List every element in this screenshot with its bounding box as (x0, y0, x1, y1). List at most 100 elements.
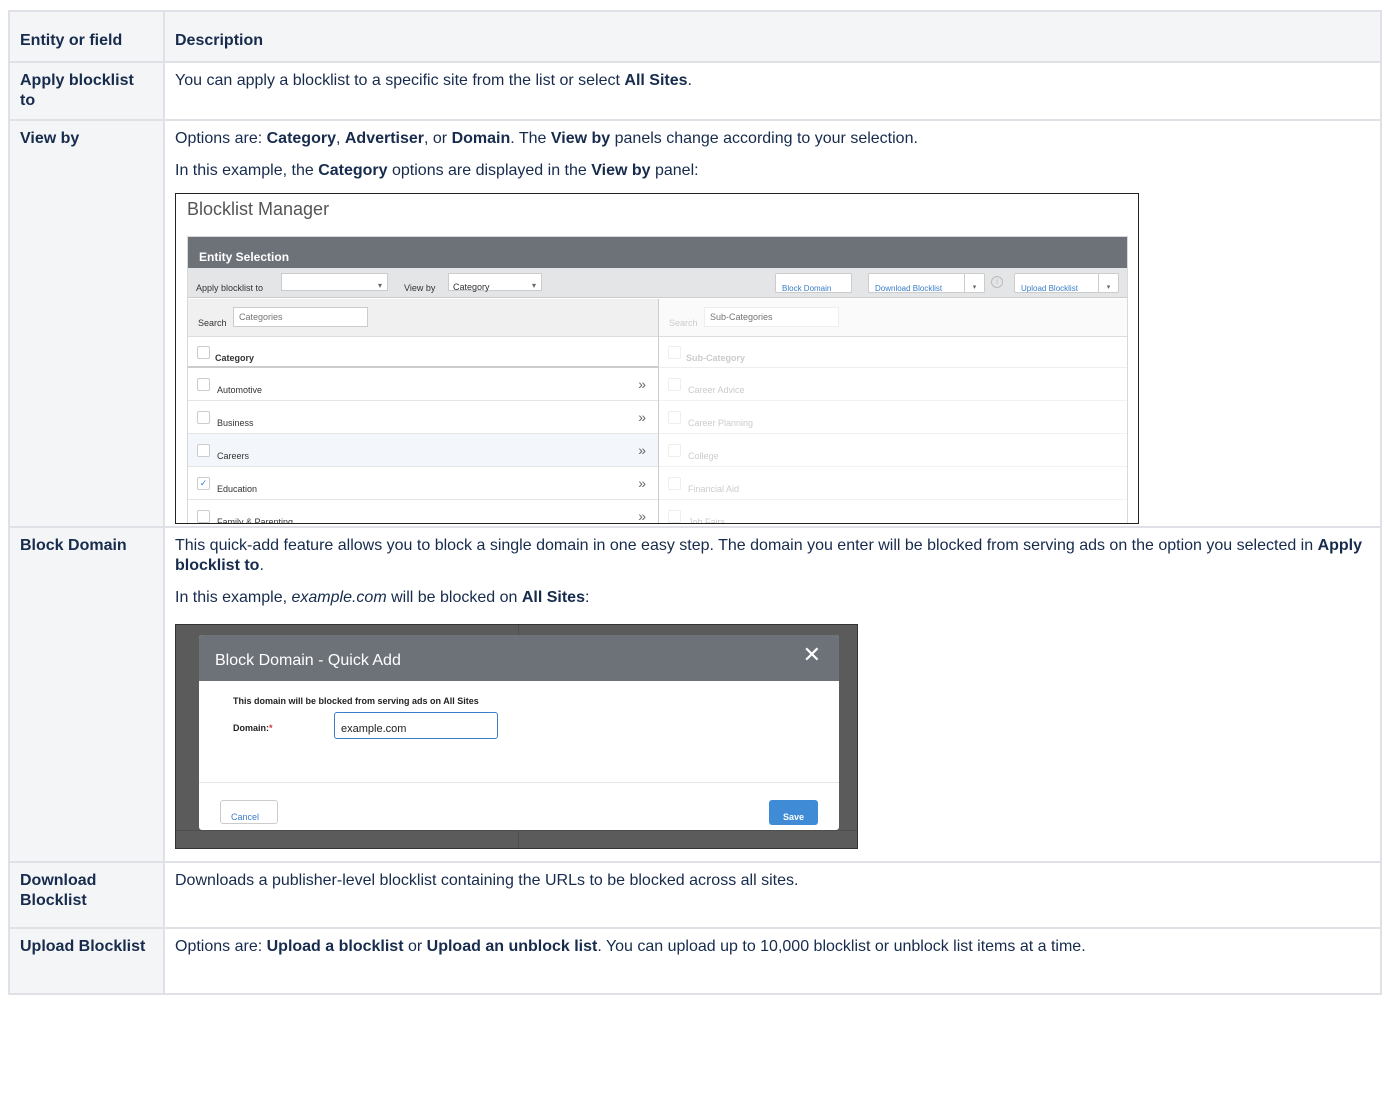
desc-italic: example.com (291, 589, 387, 606)
modal-title: Block Domain - Quick Add (215, 652, 401, 669)
cancel-button[interactable]: Cancel (220, 800, 278, 824)
fields-table: Entity or field Description Apply blockl… (8, 10, 1382, 995)
field-upload-blocklist: Upload Blocklist (8, 927, 165, 995)
field-download-blocklist: Download Blocklist (8, 861, 165, 929)
list-item-category[interactable]: Automotive » (188, 368, 658, 401)
desc-bold: All Sites (624, 72, 688, 89)
list-item-subcategory[interactable]: Career Advice (659, 368, 1127, 401)
field-block-domain: Block Domain (8, 526, 165, 863)
header-entity-or-field: Entity or field (8, 10, 165, 63)
required-marker: * (269, 723, 273, 733)
view-by-label: View by (404, 283, 436, 293)
view-by-select[interactable]: Category ▾ (448, 273, 542, 292)
save-button[interactable]: Save (769, 800, 818, 825)
backdrop-line (176, 830, 857, 831)
chevron-right-icon[interactable]: » (638, 440, 646, 460)
block-domain-modal: Block Domain - Quick Add ✕ This domain w… (199, 635, 839, 830)
subcategory-search-input[interactable] (704, 307, 839, 327)
select-all-categories-checkbox[interactable] (197, 346, 210, 359)
close-icon[interactable]: ✕ (803, 644, 821, 666)
desc-text: will be blocked on (386, 589, 522, 606)
apply-blocklist-select[interactable]: ▾ (281, 273, 388, 291)
table-row: Apply blocklist to You can apply a block… (8, 61, 1382, 121)
desc-bold: Domain (451, 130, 511, 147)
desc-text: This quick-add feature allows you to blo… (175, 537, 1318, 554)
category-search-bar: Search (188, 299, 658, 337)
desc-text: In this example, (175, 589, 292, 606)
desc-text: options are displayed in the (387, 162, 592, 179)
list-item-subcategory[interactable]: Job Fairs (659, 500, 1127, 524)
blocklist-manager-screenshot: Blocklist Manager Entity Selection Apply… (175, 193, 1139, 524)
category-grid-header: Category (188, 337, 658, 368)
category-checkbox[interactable] (197, 378, 210, 391)
domain-input[interactable]: example.com (334, 712, 498, 739)
subcategory-label: Career Planning (688, 418, 754, 428)
chevron-right-icon[interactable]: » (638, 473, 646, 493)
subcategory-search-bar: Search (659, 299, 1127, 337)
list-item-category[interactable]: Careers » (188, 434, 658, 467)
upload-blocklist-button[interactable]: Upload Blocklist ▾ (1014, 273, 1119, 293)
block-domain-button[interactable]: Block Domain (775, 273, 852, 293)
category-label: Automotive (217, 385, 263, 395)
table-row: View by Options are: Category, Advertise… (8, 119, 1382, 528)
view-by-value: Category (453, 282, 490, 292)
subcategory-checkbox[interactable] (668, 477, 681, 490)
category-label: Careers (217, 451, 250, 461)
desc-text: . (687, 72, 692, 89)
subcategory-label: Financial Aid (688, 484, 740, 494)
caret-down-icon: ▾ (531, 281, 536, 290)
category-checkbox[interactable] (197, 444, 210, 457)
select-all-subcategories-checkbox[interactable] (668, 346, 681, 359)
desc-bold: Upload an unblock list (426, 938, 598, 955)
desc-text: or (403, 938, 427, 955)
block-domain-screenshot: Block Domain - Quick Add ✕ This domain w… (175, 624, 858, 849)
desc-bold: All Sites (521, 589, 585, 606)
category-checkbox[interactable] (197, 510, 210, 523)
desc-bold: Upload a blocklist (266, 938, 404, 955)
subcategory-label: Job Fairs (688, 517, 726, 524)
table-row: Download Blocklist Downloads a publisher… (8, 861, 1382, 929)
apply-blocklist-label: Apply blocklist to (196, 283, 264, 293)
download-blocklist-button[interactable]: Download Blocklist ▾ (868, 273, 985, 293)
domain-label-text: Domain: (233, 723, 269, 733)
list-item-category[interactable]: Family & Parenting » (188, 500, 658, 523)
blocklist-manager-title: Blocklist Manager (187, 199, 330, 219)
desc-download-blocklist: Downloads a publisher-level blocklist co… (163, 861, 1382, 929)
list-item-category[interactable]: Business » (188, 401, 658, 434)
subcategory-checkbox[interactable] (668, 510, 681, 523)
subcategory-checkbox[interactable] (668, 378, 681, 391)
subcategory-column: Search Sub-Category Career Advice (659, 299, 1127, 524)
desc-bold: View by (550, 130, 611, 147)
chevron-right-icon[interactable]: » (638, 374, 646, 394)
caret-down-icon[interactable]: ▾ (1098, 274, 1118, 292)
desc-upload-blocklist: Options are: Upload a blocklist or Uploa… (163, 927, 1382, 995)
desc-text: You can apply a blocklist to a specific … (175, 72, 625, 89)
modal-header: Block Domain - Quick Add ✕ (199, 635, 839, 681)
caret-down-icon[interactable]: ▾ (964, 274, 984, 292)
entity-selection-panel: Entity Selection Apply blocklist to ▾ Vi… (187, 236, 1128, 524)
list-item-subcategory[interactable]: College (659, 434, 1127, 467)
entity-selection-header: Entity Selection (188, 237, 1127, 268)
list-item-subcategory[interactable]: Financial Aid (659, 467, 1127, 500)
info-icon[interactable]: i (991, 276, 1003, 288)
desc-text: , or (424, 130, 452, 147)
list-item-category[interactable]: ✓ Education » (188, 467, 658, 500)
desc-text: : (584, 589, 590, 606)
chevron-right-icon[interactable]: » (638, 506, 646, 523)
category-checkbox-checked[interactable]: ✓ (197, 477, 210, 490)
category-checkbox[interactable] (197, 411, 210, 424)
subcategory-checkbox[interactable] (668, 411, 681, 424)
list-item-subcategory[interactable]: Career Planning (659, 401, 1127, 434)
table-row: Block Domain This quick-add feature allo… (8, 526, 1382, 863)
category-label: Business (217, 418, 254, 428)
desc-text: Options are: (175, 130, 267, 147)
chevron-right-icon[interactable]: » (638, 407, 646, 427)
caret-down-icon: ▾ (377, 281, 382, 290)
field-view-by: View by (8, 119, 165, 528)
category-label: Education (217, 484, 258, 494)
subcategory-checkbox[interactable] (668, 444, 681, 457)
category-search-input[interactable] (233, 307, 368, 327)
subcategory-label: College (688, 451, 719, 461)
search-label: Search (198, 318, 227, 328)
desc-block-domain: This quick-add feature allows you to blo… (163, 526, 1382, 863)
